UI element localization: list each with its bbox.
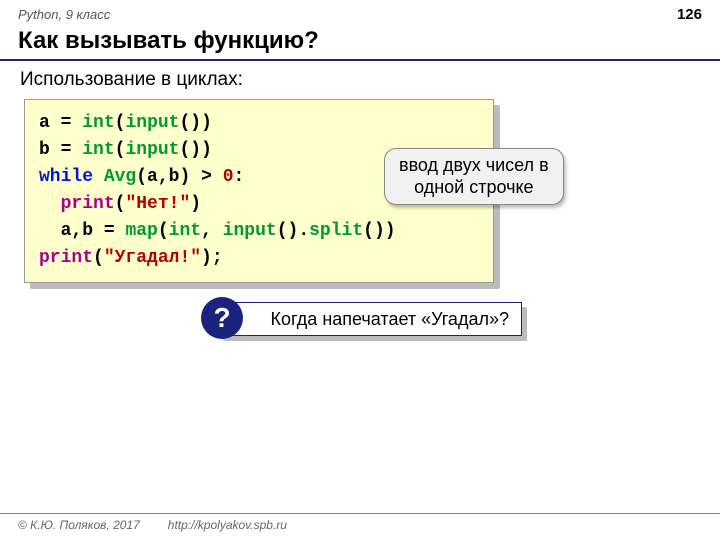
code-string: "Нет!": [125, 194, 190, 214]
code-var: b: [39, 140, 50, 160]
code-func-int: int: [82, 113, 114, 133]
code-func-print: print: [39, 248, 93, 268]
code-var: a,b: [61, 221, 93, 241]
bubble-line: одной строчке: [399, 177, 549, 199]
course-label: Python, 9 класс: [18, 7, 110, 22]
copyright: © К.Ю. Поляков, 2017: [18, 518, 140, 532]
code-func-int: int: [169, 221, 201, 241]
code-func-input: input: [125, 140, 179, 160]
footer-url: http://kpolyakov.spb.ru: [168, 518, 287, 532]
code-func-int: int: [82, 140, 114, 160]
code-func-split: split: [309, 221, 363, 241]
page-title: Как вызывать функцию?: [0, 25, 720, 61]
code-func-input: input: [223, 221, 277, 241]
page-number: 126: [677, 6, 702, 23]
annotation-bubble: ввод двух чисел в одной строчке: [384, 148, 564, 205]
code-number: 0: [223, 167, 234, 187]
code-func-map: map: [125, 221, 157, 241]
question-text: Когда напечатает «Угадал»?: [271, 309, 509, 330]
code-string: "Угадал!": [104, 248, 201, 268]
bubble-line: ввод двух чисел в: [399, 155, 549, 177]
code-keyword-while: while: [39, 167, 93, 187]
code-func-input: input: [125, 113, 179, 133]
code-func-print: print: [61, 194, 115, 214]
question-badge-icon: ?: [201, 297, 243, 339]
code-var: a: [39, 113, 50, 133]
question-box: ? Когда напечатает «Угадал»?: [218, 302, 522, 336]
slide-footer: © К.Ю. Поляков, 2017 http://kpolyakov.sp…: [0, 513, 720, 536]
subtitle: Использование в циклах:: [0, 61, 720, 97]
code-func-avg: Avg: [104, 167, 136, 187]
question-callout: ? Когда напечатает «Угадал»?: [218, 302, 522, 336]
slide-header: Python, 9 класс 126: [0, 0, 720, 25]
